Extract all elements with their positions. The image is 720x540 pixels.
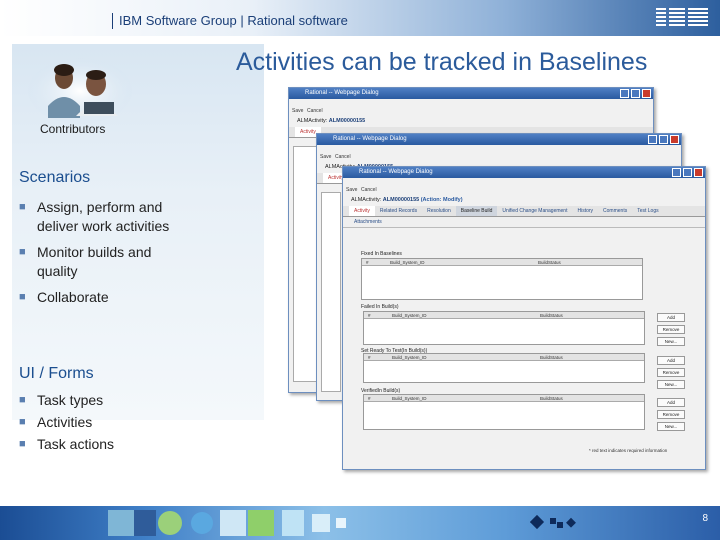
dialog-title-bar[interactable]: Rational -- Webpage Dialog — [343, 167, 705, 178]
new-button[interactable]: New... — [657, 337, 685, 346]
cancel-button[interactable]: Cancel — [307, 108, 323, 114]
photo-caption: Contributors — [40, 122, 106, 136]
tab-resolution[interactable]: Resolution — [422, 206, 456, 216]
tab-baseline-build[interactable]: Baseline Build — [455, 206, 498, 216]
required-footnote: * red text indicates required informatio… — [589, 448, 668, 453]
scenarios-heading: Scenarios — [19, 169, 91, 186]
new-button[interactable]: New... — [657, 422, 685, 431]
footer-decoration-icon — [108, 510, 346, 536]
square-bullet-icon: ■ — [19, 438, 26, 450]
failed-in-grid[interactable]: # Build_System_ID BuildStatus — [363, 311, 645, 345]
record-line: ALMActivity: ALM00000155 — [297, 118, 366, 124]
save-button[interactable]: Save — [320, 154, 331, 160]
slide-title: Activities can be tracked in Baselines — [236, 48, 648, 76]
list-item: ■ Collaborate — [19, 289, 109, 305]
record-line: ALMActivity: ALM00000155 (Action: Modify… — [351, 197, 463, 203]
add-button[interactable]: Add — [657, 356, 685, 365]
close-icon[interactable] — [642, 89, 651, 98]
maximize-icon[interactable] — [683, 168, 692, 177]
tab-test-logs[interactable]: Test Logs — [632, 206, 663, 216]
list-item: ■ Task actions — [19, 436, 115, 452]
fixed-in-grid[interactable]: # Build_System_ID BuildStatus — [361, 258, 643, 300]
failed-in-label: Failed In Build(s) — [361, 304, 399, 310]
maximize-icon[interactable] — [659, 135, 668, 144]
list-item: ■ Assign, perform and deliver work activi… — [19, 199, 170, 234]
add-button[interactable]: Add — [657, 398, 685, 407]
cancel-button[interactable]: Cancel — [361, 187, 377, 193]
list-item: ■ Task types — [19, 392, 104, 408]
square-bullet-icon: ■ — [19, 201, 26, 213]
dialog-subtabs: Attachments — [343, 217, 705, 228]
minimize-icon[interactable] — [648, 135, 657, 144]
minimize-icon[interactable] — [672, 168, 681, 177]
tab-activity[interactable]: Activity — [349, 206, 375, 216]
ui-forms-list: ■ Task types ■ Activities ■ Task actions — [19, 391, 179, 457]
fixed-in-label: Fixed In Baselines — [361, 251, 402, 257]
tab-attachments[interactable]: Attachments — [349, 217, 387, 227]
remove-button[interactable]: Remove — [657, 368, 685, 377]
list-item: ■ Monitor builds and quality — [19, 244, 152, 279]
close-icon[interactable] — [670, 135, 679, 144]
cancel-button[interactable]: Cancel — [335, 154, 351, 160]
square-bullet-icon: ■ — [19, 416, 26, 428]
page-number: 8 — [702, 513, 708, 524]
save-button[interactable]: Save — [346, 187, 357, 193]
tab-ucm[interactable]: Unified Change Management — [497, 206, 572, 216]
header-bar: IBM Software Group | Rational software — [0, 0, 720, 36]
square-bullet-icon: ■ — [19, 246, 26, 258]
dialog-title-bar[interactable]: Rational -- Webpage Dialog — [289, 88, 653, 99]
dialog-tabs: Activity Related Records Resolution Base… — [343, 206, 705, 217]
close-icon[interactable] — [694, 168, 703, 177]
dialog-toolbar: Save Cancel — [289, 99, 653, 115]
tab-comments[interactable]: Comments — [598, 206, 632, 216]
dialog-toolbar: Save Cancel — [317, 145, 681, 161]
footer-dots-icon — [530, 514, 576, 530]
square-bullet-icon: ■ — [19, 394, 26, 406]
add-button[interactable]: Add — [657, 313, 685, 322]
maximize-icon[interactable] — [631, 89, 640, 98]
footer-bar — [0, 506, 720, 540]
ui-forms-heading: UI / Forms — [19, 365, 94, 382]
remove-button[interactable]: Remove — [657, 410, 685, 419]
ibm-logo — [656, 8, 708, 26]
dialog-toolbar: Save Cancel — [343, 178, 705, 194]
square-bullet-icon: ■ — [19, 291, 26, 303]
tested-in-grid[interactable]: # Build_System_ID BuildStatus — [363, 353, 645, 383]
dialog-window-front[interactable]: Rational -- Webpage Dialog Save Cancel A… — [342, 166, 706, 470]
scenarios-list: ■ Assign, perform and deliver work activi… — [19, 198, 179, 314]
verified-in-grid[interactable]: # Build_System_ID BuildStatus — [363, 394, 645, 430]
tab-related-records[interactable]: Related Records — [375, 206, 422, 216]
form-panel — [293, 146, 317, 382]
header-title: IBM Software Group | Rational software — [112, 13, 348, 29]
dialog-title-bar[interactable]: Rational -- Webpage Dialog — [317, 134, 681, 145]
save-button[interactable]: Save — [292, 108, 303, 114]
form-panel — [321, 192, 341, 392]
tab-history[interactable]: History — [572, 206, 598, 216]
new-button[interactable]: New... — [657, 380, 685, 389]
minimize-icon[interactable] — [620, 89, 629, 98]
contributors-photo — [28, 58, 132, 124]
remove-button[interactable]: Remove — [657, 325, 685, 334]
list-item: ■ Activities — [19, 414, 93, 430]
